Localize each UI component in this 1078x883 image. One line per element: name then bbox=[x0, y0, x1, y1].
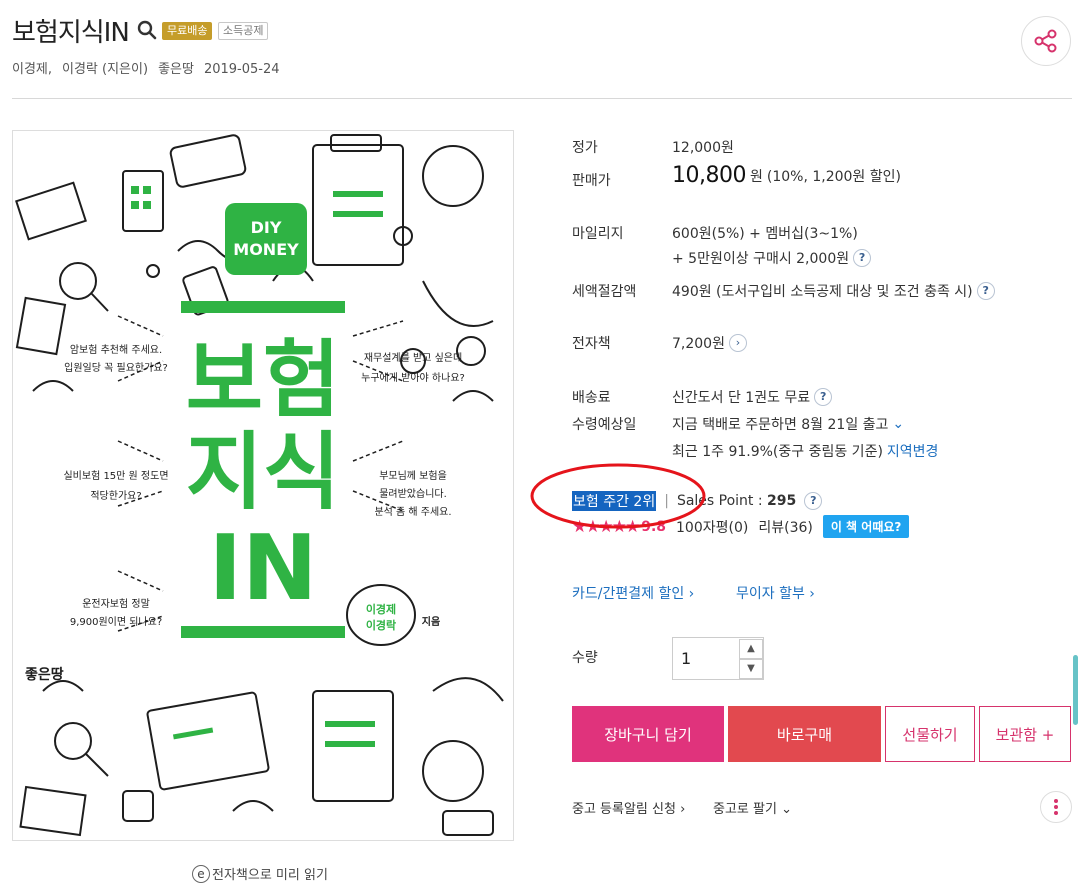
mileage-line1: 600원(5%) + 멤버십(3~1%) bbox=[672, 226, 858, 242]
tax-value: 490원 (도서구입비 소득공제 대상 및 조건 충족 시) bbox=[672, 284, 973, 300]
quantity-label: 수량 bbox=[572, 650, 598, 666]
cover-quote: 재무설계를 받고 싶은데 bbox=[364, 352, 462, 364]
cover-quote: 실비보험 15만 원 정도면 bbox=[63, 470, 168, 482]
cover-author-suffix: 지음 bbox=[422, 615, 440, 628]
mileage-line2-row: + 5만원이상 구매시 2,000원 ? bbox=[672, 248, 872, 268]
mileage-line2: + 5만원이상 구매시 2,000원 bbox=[672, 251, 850, 267]
cover-quote: 암보험 추천해 주세요. bbox=[70, 343, 162, 356]
add-to-cart-button[interactable]: 장바구니 담기 bbox=[572, 706, 724, 762]
cover-quote: 적당한가요? bbox=[90, 490, 141, 502]
cover-money: MONEY bbox=[233, 240, 299, 259]
tax-deduction-badge: 소득공제 bbox=[218, 22, 269, 40]
cover-quote: 분석 좀 해 주세요. bbox=[374, 505, 451, 518]
delivery-recent: 최근 1주 91.9%(중구 중림동 기준) bbox=[672, 444, 883, 460]
free-shipping-badge: 무료배송 bbox=[162, 22, 213, 40]
publish-date: 2019-05-24 bbox=[203, 62, 280, 77]
ebook-label: 전자책 bbox=[572, 336, 611, 352]
used-notify-link[interactable]: 중고 등록알림 신청 › bbox=[572, 798, 685, 817]
ebook-price: 7,200원 bbox=[672, 336, 725, 352]
quantity-up-button[interactable]: ▲ bbox=[739, 639, 763, 659]
highlight-ellipse bbox=[530, 463, 706, 529]
chevron-down-icon[interactable]: ⌄ bbox=[892, 416, 904, 432]
cover-quote: 부모님께 보험을 bbox=[379, 470, 447, 482]
delivery-eta-label: 수령예상일 bbox=[572, 417, 637, 433]
publisher-link[interactable]: 좋은땅 bbox=[158, 62, 194, 77]
cover-title-line3: IN bbox=[209, 516, 318, 621]
shipping-fee-row: 신간도서 단 1권도 무료 ? bbox=[672, 387, 833, 407]
cover-diy: DIY bbox=[251, 218, 282, 237]
cover-quote: 누구에게 받아야 하나요? bbox=[361, 371, 465, 384]
how-about-book-button[interactable]: 이 책 어때요? bbox=[822, 515, 910, 538]
quantity-input[interactable] bbox=[673, 638, 737, 679]
wishlist-button[interactable]: 보관함 + bbox=[979, 706, 1071, 762]
help-icon[interactable]: ? bbox=[814, 388, 833, 406]
sale-price-row: 10,800 원 (10%, 1,200원 할인) bbox=[672, 163, 901, 188]
cover-title-line2: 지식 bbox=[186, 423, 341, 521]
sales-point-value: 295 bbox=[767, 493, 797, 509]
author-link[interactable]: 이경락 (지은이) bbox=[62, 62, 148, 77]
delivery-eta-row[interactable]: 지금 택배로 주문하면 8월 21일 출고 ⌄ bbox=[672, 414, 904, 434]
cover-quote: 물려받았습니다. bbox=[379, 488, 447, 500]
cover-quote: 9,900원이면 되나요? bbox=[70, 616, 162, 628]
author-link[interactable]: 이경제, bbox=[12, 62, 52, 77]
sale-price-detail: (10%, 1,200원 할인) bbox=[766, 168, 901, 185]
cover-publisher: 좋은땅 bbox=[25, 666, 64, 683]
ebook-preview-label: 전자책으로 미리 읽기 bbox=[212, 868, 328, 883]
review-count[interactable]: 리뷰(36) bbox=[758, 517, 813, 537]
help-icon[interactable]: ? bbox=[853, 249, 872, 267]
region-change-link[interactable]: 지역변경 bbox=[887, 441, 939, 461]
ebook-icon: e bbox=[192, 864, 210, 883]
sell-used-link[interactable]: 중고로 팔기 ⌄ bbox=[713, 798, 792, 817]
shipping-fee-value: 신간도서 단 1권도 무료 bbox=[672, 390, 811, 406]
gift-button[interactable]: 선물하기 bbox=[885, 706, 975, 762]
cover-quote: 운전자보험 정말 bbox=[82, 598, 150, 610]
cover-quote: 입원일당 꼭 필요한가요? bbox=[64, 361, 168, 374]
share-button[interactable] bbox=[1021, 16, 1071, 66]
more-icon[interactable] bbox=[1040, 791, 1072, 823]
chevron-right-icon[interactable]: › bbox=[728, 334, 747, 352]
delivery-eta-value: 지금 택배로 주문하면 8월 21일 출고 bbox=[672, 417, 889, 433]
ebook-preview-link[interactable]: e 전자책으로 미리 읽기 bbox=[192, 864, 328, 883]
list-price-label: 정가 bbox=[572, 140, 598, 156]
header-divider bbox=[12, 98, 1072, 99]
tax-row: 490원 (도서구입비 소득공제 대상 및 조건 충족 시) ? bbox=[672, 281, 995, 301]
ebook-row: 7,200원 › bbox=[672, 333, 747, 353]
sale-price-label: 판매가 bbox=[572, 173, 611, 189]
author-publisher-line: 이경제, 이경락 (지은이) 좋은땅 2019-05-24 bbox=[12, 58, 290, 77]
cover-author-2: 이경락 bbox=[366, 618, 396, 632]
mileage-label: 마일리지 bbox=[572, 226, 624, 242]
cover-title-line1: 보험 bbox=[186, 331, 341, 429]
quantity-down-button[interactable]: ▼ bbox=[739, 659, 763, 679]
installment-link[interactable]: 무이자 할부 › bbox=[736, 583, 815, 603]
tax-label: 세액절감액 bbox=[572, 284, 637, 300]
book-title: 보험지식IN bbox=[12, 18, 130, 48]
buy-now-button[interactable]: 바로구매 bbox=[728, 706, 881, 762]
card-discount-link[interactable]: 카드/간편결제 할인 › bbox=[572, 583, 694, 603]
share-icon bbox=[1034, 29, 1057, 53]
help-icon[interactable]: ? bbox=[804, 492, 823, 510]
shipping-fee-label: 배송료 bbox=[572, 390, 611, 406]
cover-author-1: 이경제 bbox=[366, 602, 396, 616]
sale-price-unit: 원 bbox=[749, 168, 763, 185]
book-cover-image[interactable]: DIY MONEY 보험 지식 IN 암보험 추천해 주세요. 입원일당 꼭 필… bbox=[12, 130, 514, 841]
quantity-stepper: ▲ ▼ bbox=[672, 637, 764, 680]
delivery-recent-row: 최근 1주 91.9%(중구 중림동 기준) 지역변경 bbox=[672, 441, 938, 461]
scrollbar-thumb[interactable] bbox=[1073, 655, 1078, 725]
search-icon[interactable] bbox=[137, 20, 157, 40]
list-price-value: 12,000원 bbox=[672, 140, 734, 156]
sale-price-value: 10,800 bbox=[672, 163, 746, 188]
help-icon[interactable]: ? bbox=[976, 282, 995, 300]
